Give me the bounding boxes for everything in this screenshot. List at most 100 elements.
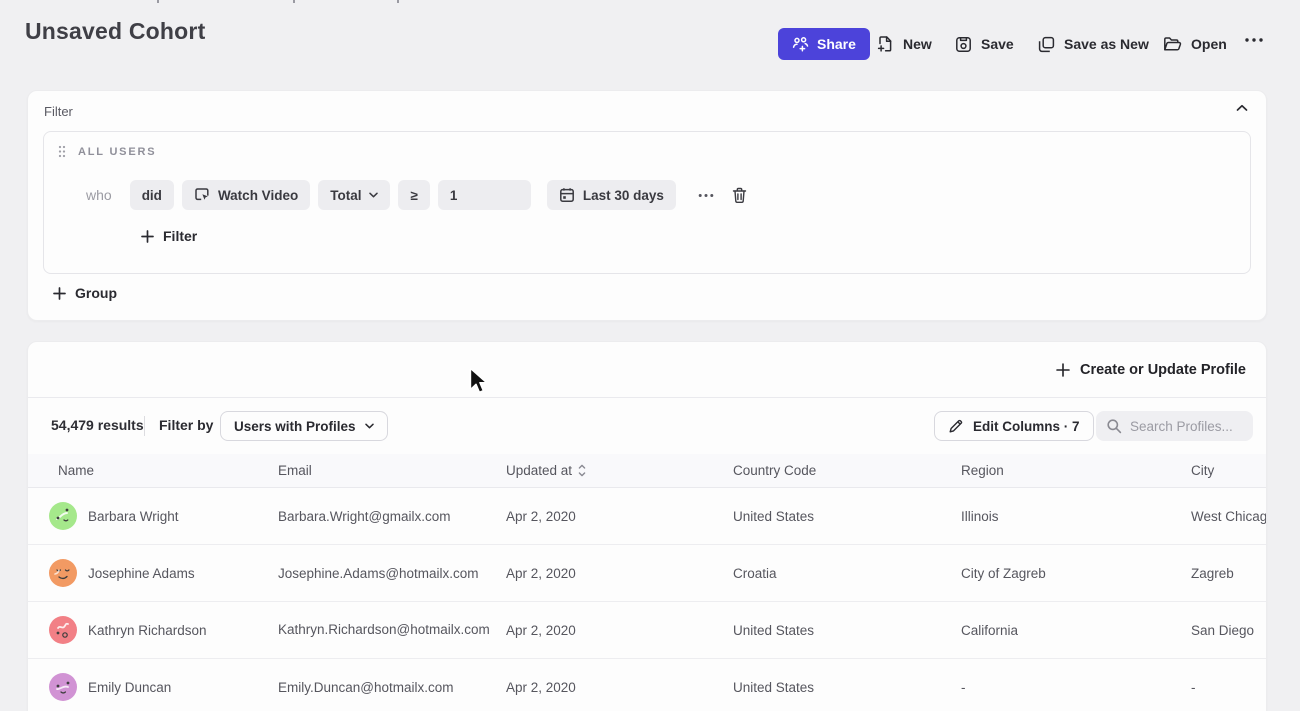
search-icon xyxy=(1106,418,1122,434)
save-as-new-button[interactable]: Save as New xyxy=(1038,28,1149,60)
more-options-button[interactable] xyxy=(1240,33,1268,47)
profile-name[interactable]: Josephine Adams xyxy=(88,566,195,581)
operator-chip-label: ≥ xyxy=(410,188,417,203)
results-panel: Create or Update Profile 54,479 results … xyxy=(27,341,1267,711)
save-as-new-button-label: Save as New xyxy=(1064,36,1149,52)
value-input[interactable]: 1 xyxy=(438,180,531,210)
results-toolbar: 54,479 results Filter by Users with Prof… xyxy=(28,398,1266,454)
profile-city: West Chicago xyxy=(1191,509,1266,524)
profiles-filter-value: Users with Profiles xyxy=(234,419,356,434)
profile-city: San Diego xyxy=(1191,623,1266,638)
profile-name[interactable]: Emily Duncan xyxy=(88,680,171,695)
who-label: who xyxy=(86,187,112,203)
profile-email: Emily.Duncan@hotmailx.com xyxy=(278,680,506,695)
toolbar-divider xyxy=(144,416,145,436)
table-row[interactable]: Kathryn Richardson Kathryn.Richardson@ho… xyxy=(28,602,1266,659)
profile-email: Barbara.Wright@gmailx.com xyxy=(278,509,506,524)
new-button[interactable]: New xyxy=(877,28,932,60)
breadcrumb-remnant xyxy=(293,0,295,3)
avatar xyxy=(49,502,77,530)
avatar xyxy=(49,559,77,587)
table-row[interactable]: Josephine Adams Josephine.Adams@hotmailx… xyxy=(28,545,1266,602)
save-button[interactable]: Save xyxy=(955,28,1014,60)
breadcrumb-remnant xyxy=(397,0,399,3)
collapse-filter-button[interactable] xyxy=(1232,100,1252,116)
share-button-label: Share xyxy=(817,36,856,52)
chevron-up-icon xyxy=(1236,104,1248,112)
profile-country: United States xyxy=(733,509,961,524)
column-header-email[interactable]: Email xyxy=(278,463,506,478)
column-header-label: Name xyxy=(58,463,94,478)
table-header-row: Name Email Updated at Country Code Regio… xyxy=(28,454,1266,488)
table-row[interactable]: Emily Duncan Emily.Duncan@hotmailx.com A… xyxy=(28,659,1266,711)
column-header-label: Email xyxy=(278,463,312,478)
profile-updated-at: Apr 2, 2020 xyxy=(506,566,733,581)
create-or-update-profile-button[interactable]: Create or Update Profile xyxy=(1056,356,1246,384)
edit-columns-label: Edit Columns · 7 xyxy=(973,419,1080,434)
delete-clause-button[interactable] xyxy=(728,183,751,208)
profile-region: City of Zagreb xyxy=(961,566,1191,581)
ellipsis-icon xyxy=(1244,37,1264,43)
save-button-label: Save xyxy=(981,36,1014,52)
calendar-icon xyxy=(559,187,575,203)
share-users-icon xyxy=(792,36,809,52)
column-header-label: Updated at xyxy=(506,463,572,478)
profiles-filter-dropdown[interactable]: Users with Profiles xyxy=(220,411,388,441)
profile-city: Zagreb xyxy=(1191,566,1266,581)
column-header-country-code[interactable]: Country Code xyxy=(733,463,961,478)
new-file-icon xyxy=(877,35,894,53)
avatar xyxy=(49,673,77,701)
chevron-down-icon xyxy=(365,423,374,429)
did-chip-label: did xyxy=(142,188,162,203)
profile-email: Kathryn.Richardson@hotmailx.com xyxy=(278,622,490,637)
profile-country: United States xyxy=(733,680,961,695)
date-range-chip[interactable]: Last 30 days xyxy=(547,180,676,210)
column-header-updated-at[interactable]: Updated at xyxy=(506,463,733,478)
copy-icon xyxy=(1038,36,1055,53)
value-input-text: 1 xyxy=(450,188,458,203)
aggregation-chip[interactable]: Total xyxy=(318,180,390,210)
profile-name[interactable]: Kathryn Richardson xyxy=(88,623,207,638)
column-header-label: Region xyxy=(961,463,1004,478)
profile-region: California xyxy=(961,623,1191,638)
pencil-icon xyxy=(948,418,964,434)
open-button-label: Open xyxy=(1191,36,1227,52)
profile-country: United States xyxy=(733,623,961,638)
event-chip[interactable]: Watch Video xyxy=(182,180,310,210)
profile-region: - xyxy=(961,680,1191,695)
add-group-button[interactable]: Group xyxy=(53,285,117,301)
profile-updated-at: Apr 2, 2020 xyxy=(506,623,733,638)
profile-email: Josephine.Adams@hotmailx.com xyxy=(278,566,506,581)
did-chip[interactable]: did xyxy=(130,180,174,210)
search-profiles-box[interactable] xyxy=(1096,411,1253,441)
create-or-update-profile-label: Create or Update Profile xyxy=(1080,362,1246,378)
profile-updated-at: Apr 2, 2020 xyxy=(506,680,733,695)
search-profiles-input[interactable] xyxy=(1130,419,1240,434)
add-filter-label: Filter xyxy=(163,228,197,244)
column-header-name[interactable]: Name xyxy=(58,463,278,478)
profile-city: - xyxy=(1191,680,1266,695)
filter-panel: Filter ALL USERS who did xyxy=(27,90,1267,321)
operator-chip[interactable]: ≥ xyxy=(398,180,429,210)
edit-columns-button[interactable]: Edit Columns · 7 xyxy=(934,411,1094,441)
plus-icon xyxy=(53,287,66,300)
open-button[interactable]: Open xyxy=(1163,28,1227,60)
plus-icon xyxy=(141,230,154,243)
column-header-label: Country Code xyxy=(733,463,816,478)
group-title: ALL USERS xyxy=(78,146,156,158)
clause-more-button[interactable] xyxy=(694,189,718,202)
breadcrumb-remnant xyxy=(157,0,159,3)
header-action-bar: Share New Save Save as xyxy=(0,28,1300,60)
date-range-chip-label: Last 30 days xyxy=(583,188,664,203)
column-header-city[interactable]: City xyxy=(1191,463,1266,478)
share-button[interactable]: Share xyxy=(778,28,870,60)
event-click-icon xyxy=(194,187,210,203)
profile-name[interactable]: Barbara Wright xyxy=(88,509,179,524)
column-header-region[interactable]: Region xyxy=(961,463,1191,478)
drag-handle-icon[interactable] xyxy=(58,145,66,158)
create-profile-bar: Create or Update Profile xyxy=(28,342,1266,398)
add-filter-button[interactable]: Filter xyxy=(141,228,197,244)
sort-icon[interactable] xyxy=(578,464,586,477)
filter-by-label: Filter by xyxy=(159,417,213,433)
table-row[interactable]: Barbara Wright Barbara.Wright@gmailx.com… xyxy=(28,488,1266,545)
